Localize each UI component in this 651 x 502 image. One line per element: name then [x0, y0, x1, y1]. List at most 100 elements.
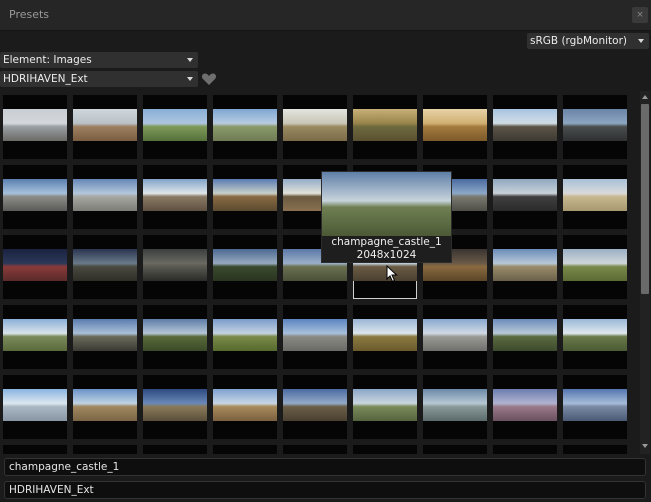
thumbnail-image: [143, 179, 207, 211]
thumbnail-image: [493, 319, 557, 351]
preset-thumbnail[interactable]: [563, 235, 627, 299]
preset-thumbnail[interactable]: [73, 235, 137, 299]
preset-thumbnail[interactable]: [213, 235, 277, 299]
preset-thumbnail[interactable]: [143, 235, 207, 299]
thumbnail-image: [423, 389, 487, 421]
tooltip-preset-name: champagne_castle_1: [331, 236, 442, 248]
thumbnail-image: [73, 249, 137, 281]
preset-thumbnail[interactable]: [283, 305, 347, 369]
preset-thumbnail[interactable]: [3, 445, 67, 454]
thumbnail-image: [493, 389, 557, 421]
preset-thumbnail[interactable]: [213, 305, 277, 369]
preset-thumbnail[interactable]: [73, 375, 137, 439]
tooltip-preview-image: [322, 172, 451, 236]
thumbnail-image: [3, 249, 67, 281]
thumbnail-image: [493, 249, 557, 281]
preset-thumbnail[interactable]: [493, 235, 557, 299]
mouse-pointer-icon: [386, 264, 398, 283]
preset-thumbnail[interactable]: [283, 445, 347, 454]
preset-thumbnail[interactable]: [423, 305, 487, 369]
preset-thumbnail[interactable]: [493, 305, 557, 369]
preset-thumbnail[interactable]: [3, 375, 67, 439]
preset-thumbnail[interactable]: [213, 95, 277, 159]
color-profile-dropdown[interactable]: sRGB (rgbMonitor): [527, 33, 649, 49]
preset-thumbnail[interactable]: [3, 165, 67, 229]
thumbnail-image: [73, 109, 137, 141]
preset-thumbnail[interactable]: [3, 305, 67, 369]
preset-thumbnail[interactable]: [283, 375, 347, 439]
preset-thumbnail[interactable]: [73, 95, 137, 159]
thumbnail-image: [283, 389, 347, 421]
thumbnail-image: [353, 319, 417, 351]
preset-thumbnail[interactable]: [353, 95, 417, 159]
preset-thumbnail[interactable]: [143, 95, 207, 159]
preset-thumbnail[interactable]: [563, 445, 627, 454]
thumbnail-image: [493, 179, 557, 211]
thumbnail-image: [143, 389, 207, 421]
thumbnail-image: [493, 109, 557, 141]
preset-thumbnail[interactable]: [493, 375, 557, 439]
preset-thumbnail[interactable]: [493, 95, 557, 159]
preset-thumbnail[interactable]: [3, 95, 67, 159]
thumbnail-image: [3, 389, 67, 421]
preset-thumbnail[interactable]: [73, 445, 137, 454]
preset-thumbnail[interactable]: [563, 95, 627, 159]
preset-name-field[interactable]: champagne_castle_1: [4, 458, 646, 476]
preset-thumbnail[interactable]: [143, 445, 207, 454]
preset-thumbnail[interactable]: [493, 165, 557, 229]
thumbnail-image: [563, 389, 627, 421]
thumbnail-image: [563, 319, 627, 351]
preset-thumbnail[interactable]: [73, 165, 137, 229]
preset-thumbnail[interactable]: [423, 375, 487, 439]
preset-thumbnail[interactable]: [143, 165, 207, 229]
preset-thumbnail[interactable]: [353, 375, 417, 439]
preset-thumbnail[interactable]: [73, 305, 137, 369]
heart-icon[interactable]: [200, 70, 218, 88]
thumbnail-image: [353, 389, 417, 421]
preset-thumbnail[interactable]: [423, 445, 487, 454]
preset-thumbnail[interactable]: [283, 95, 347, 159]
chevron-down-icon: [638, 39, 644, 43]
tooltip-resolution: 2048x1024: [356, 249, 417, 261]
preset-thumbnail[interactable]: [493, 445, 557, 454]
thumbnail-image: [423, 109, 487, 141]
thumbnail-image: [143, 109, 207, 141]
thumbnail-image: [283, 109, 347, 141]
close-button[interactable]: ×: [632, 7, 648, 23]
element-type-dropdown[interactable]: Element: Images: [0, 52, 198, 68]
thumbnail-image: [563, 249, 627, 281]
preset-thumbnail[interactable]: [353, 305, 417, 369]
preset-thumbnail[interactable]: [213, 445, 277, 454]
preset-thumbnail[interactable]: [143, 375, 207, 439]
scroll-up-icon[interactable]: [640, 92, 650, 102]
preset-thumbnail-grid: [0, 91, 638, 454]
thumbnail-image: [353, 109, 417, 141]
preset-thumbnail[interactable]: [143, 305, 207, 369]
element-type-value: Element: Images: [3, 54, 92, 66]
preset-thumbnail[interactable]: [213, 375, 277, 439]
thumbnail-image: [213, 249, 277, 281]
thumbnail-tooltip: champagne_castle_1 2048x1024: [321, 171, 452, 263]
scrollbar-thumb[interactable]: [641, 104, 649, 294]
thumbnail-image: [143, 249, 207, 281]
preset-thumbnail[interactable]: [213, 165, 277, 229]
thumbnail-image: [73, 389, 137, 421]
thumbnail-image: [3, 179, 67, 211]
preset-thumbnail[interactable]: [563, 305, 627, 369]
chevron-down-icon: [187, 58, 193, 62]
preset-thumbnail[interactable]: [563, 375, 627, 439]
collection-name-field[interactable]: HDRIHAVEN_Ext: [4, 481, 646, 499]
color-profile-value: sRGB (rgbMonitor): [530, 35, 628, 47]
preset-thumbnail[interactable]: [563, 165, 627, 229]
thumbnail-image: [3, 319, 67, 351]
thumbnail-image: [73, 319, 137, 351]
thumbnail-image: [213, 389, 277, 421]
thumbnail-image: [73, 179, 137, 211]
collection-dropdown[interactable]: HDRIHAVEN_Ext: [0, 71, 198, 87]
thumbnail-image: [3, 109, 67, 141]
chevron-down-icon: [187, 77, 193, 81]
scroll-down-icon[interactable]: [640, 441, 650, 451]
preset-thumbnail[interactable]: [3, 235, 67, 299]
preset-thumbnail[interactable]: [423, 95, 487, 159]
preset-thumbnail[interactable]: [353, 445, 417, 454]
